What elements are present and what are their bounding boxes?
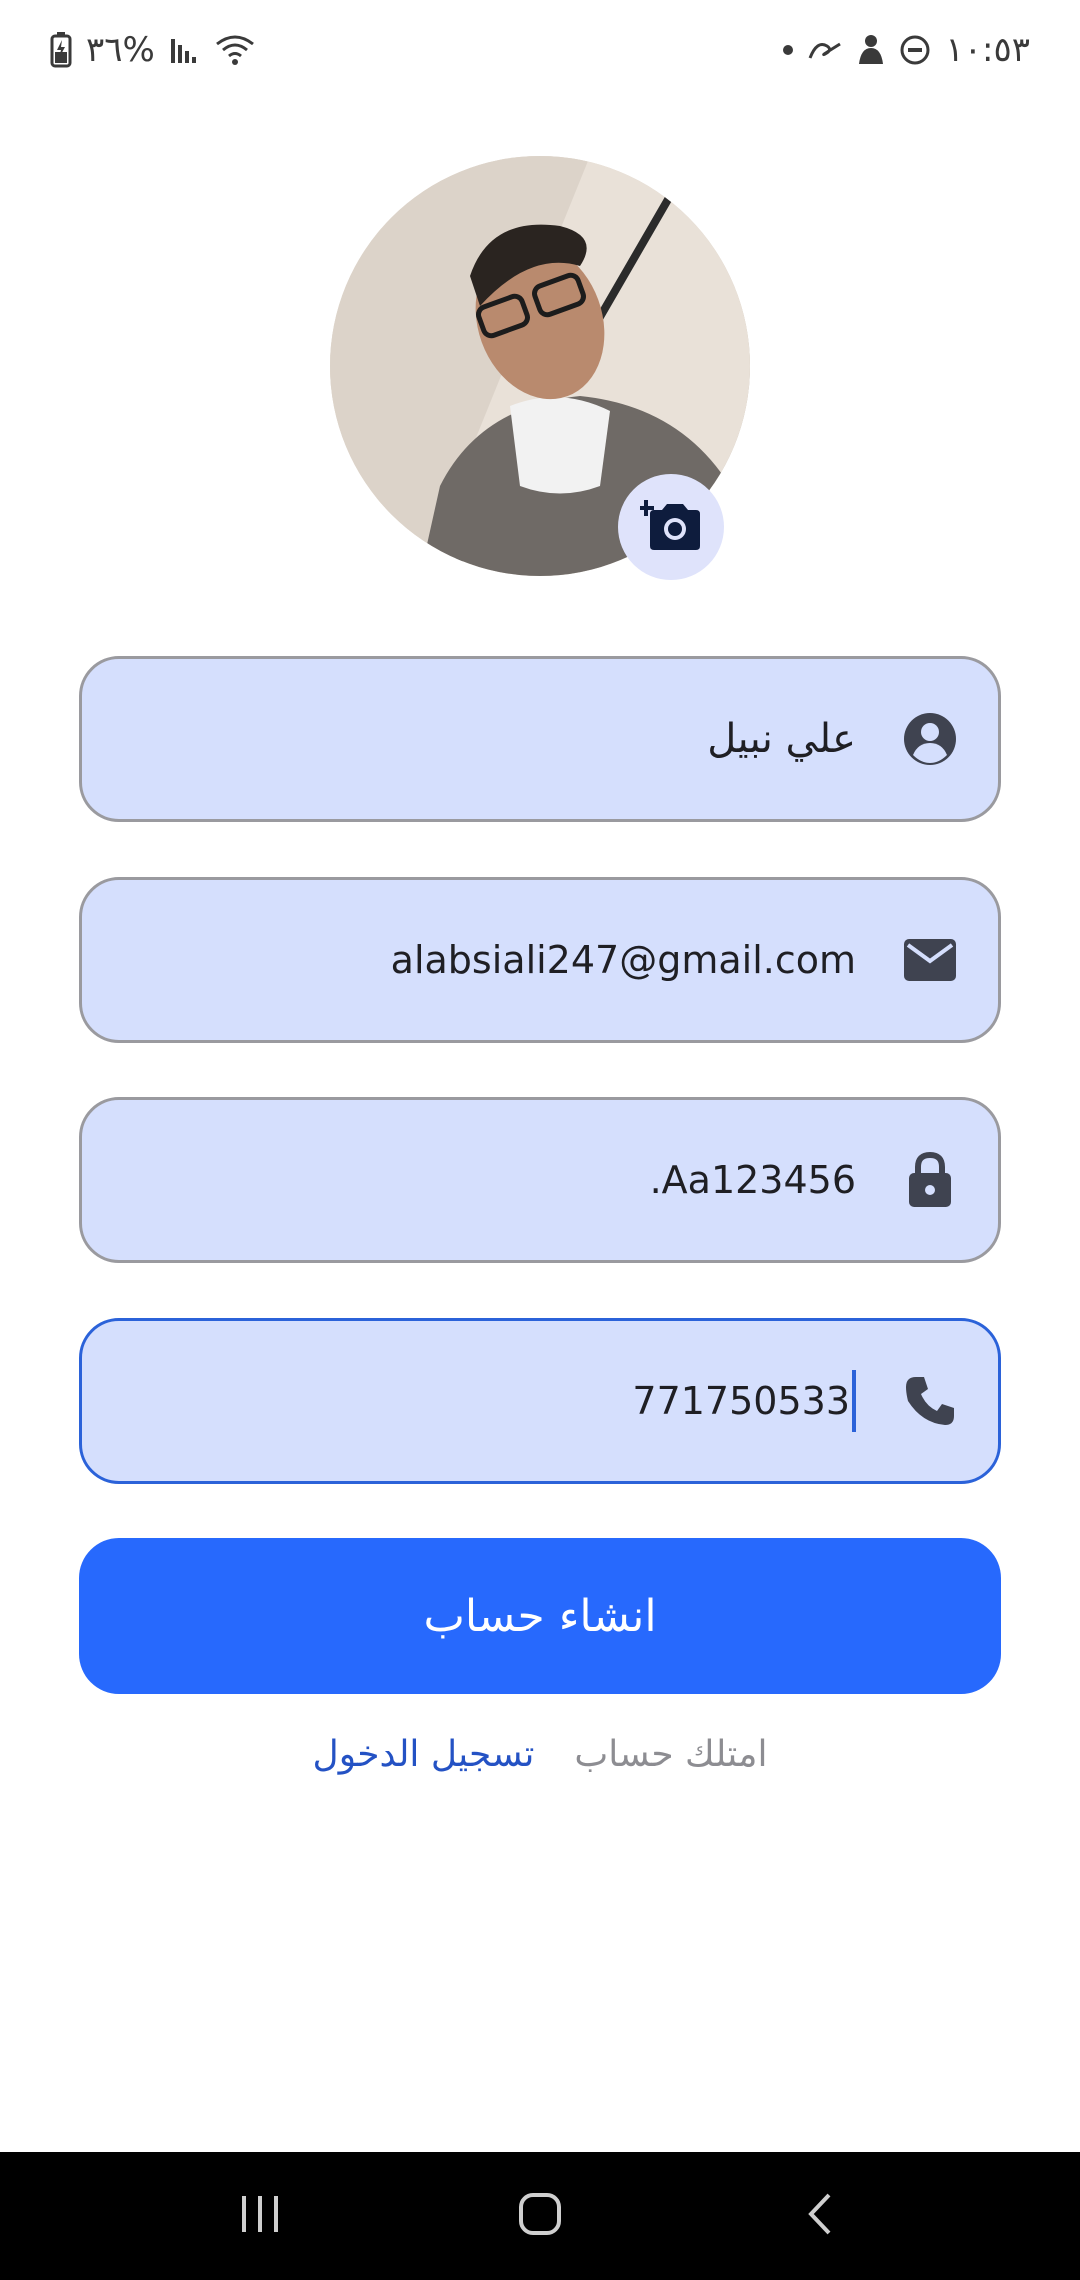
name-input[interactable]: علي نبيل [120,716,856,762]
app-notification-icon [807,38,843,62]
login-link[interactable]: تسجيل الدخول [313,1734,535,1775]
password-field[interactable]: .Aa123456 [79,1097,1001,1263]
do-not-disturb-icon [899,34,931,66]
status-bar-right: ١٠:٥٣ [783,30,1030,70]
avatar-container [330,156,750,580]
add-photo-button[interactable] [618,474,724,580]
back-button[interactable] [760,2166,880,2266]
text-cursor [852,1370,856,1432]
signal-icon [169,35,201,65]
wifi-icon [215,34,255,66]
home-icon [517,2191,563,2241]
notification-dot-icon [783,45,794,55]
email-field[interactable]: alabsiali247@gmail.com [79,877,1001,1043]
add-photo-icon [638,496,702,558]
phone-field[interactable]: 771750533 [79,1318,1001,1484]
status-bar-left: ٣٦% [50,30,255,70]
recents-icon [238,2194,282,2238]
battery-percent: ٣٦% [86,30,155,70]
clock: ١٠:٥٣ [945,30,1030,70]
status-bar: ٣٦% ١٠:٥٣ [0,0,1080,100]
battery-icon [50,32,72,68]
phone-input-wrapper[interactable]: 771750533 [120,1370,856,1432]
create-account-button[interactable]: انشاء حساب [79,1538,1001,1694]
recents-button[interactable] [200,2166,320,2266]
sign-up-screen: ٣٦% ١٠:٥٣ علي نبيل alabsiali247@gmail.co… [0,0,1080,2280]
phone-input[interactable]: 771750533 [632,1379,850,1423]
password-input[interactable]: .Aa123456 [120,1158,856,1202]
login-prompt: امتلك حساب تسجيل الدخول [0,1724,1080,1784]
phone-icon [900,1371,960,1431]
person-circle-icon [900,709,960,769]
home-button[interactable] [480,2166,600,2266]
email-input[interactable]: alabsiali247@gmail.com [120,938,856,982]
name-field[interactable]: علي نبيل [79,656,1001,822]
mail-icon [900,930,960,990]
have-account-text: امتلك حساب [574,1733,768,1775]
person-notification-icon [857,34,885,66]
back-icon [805,2191,835,2241]
system-nav-bar [0,2152,1080,2280]
lock-icon [900,1150,960,1210]
